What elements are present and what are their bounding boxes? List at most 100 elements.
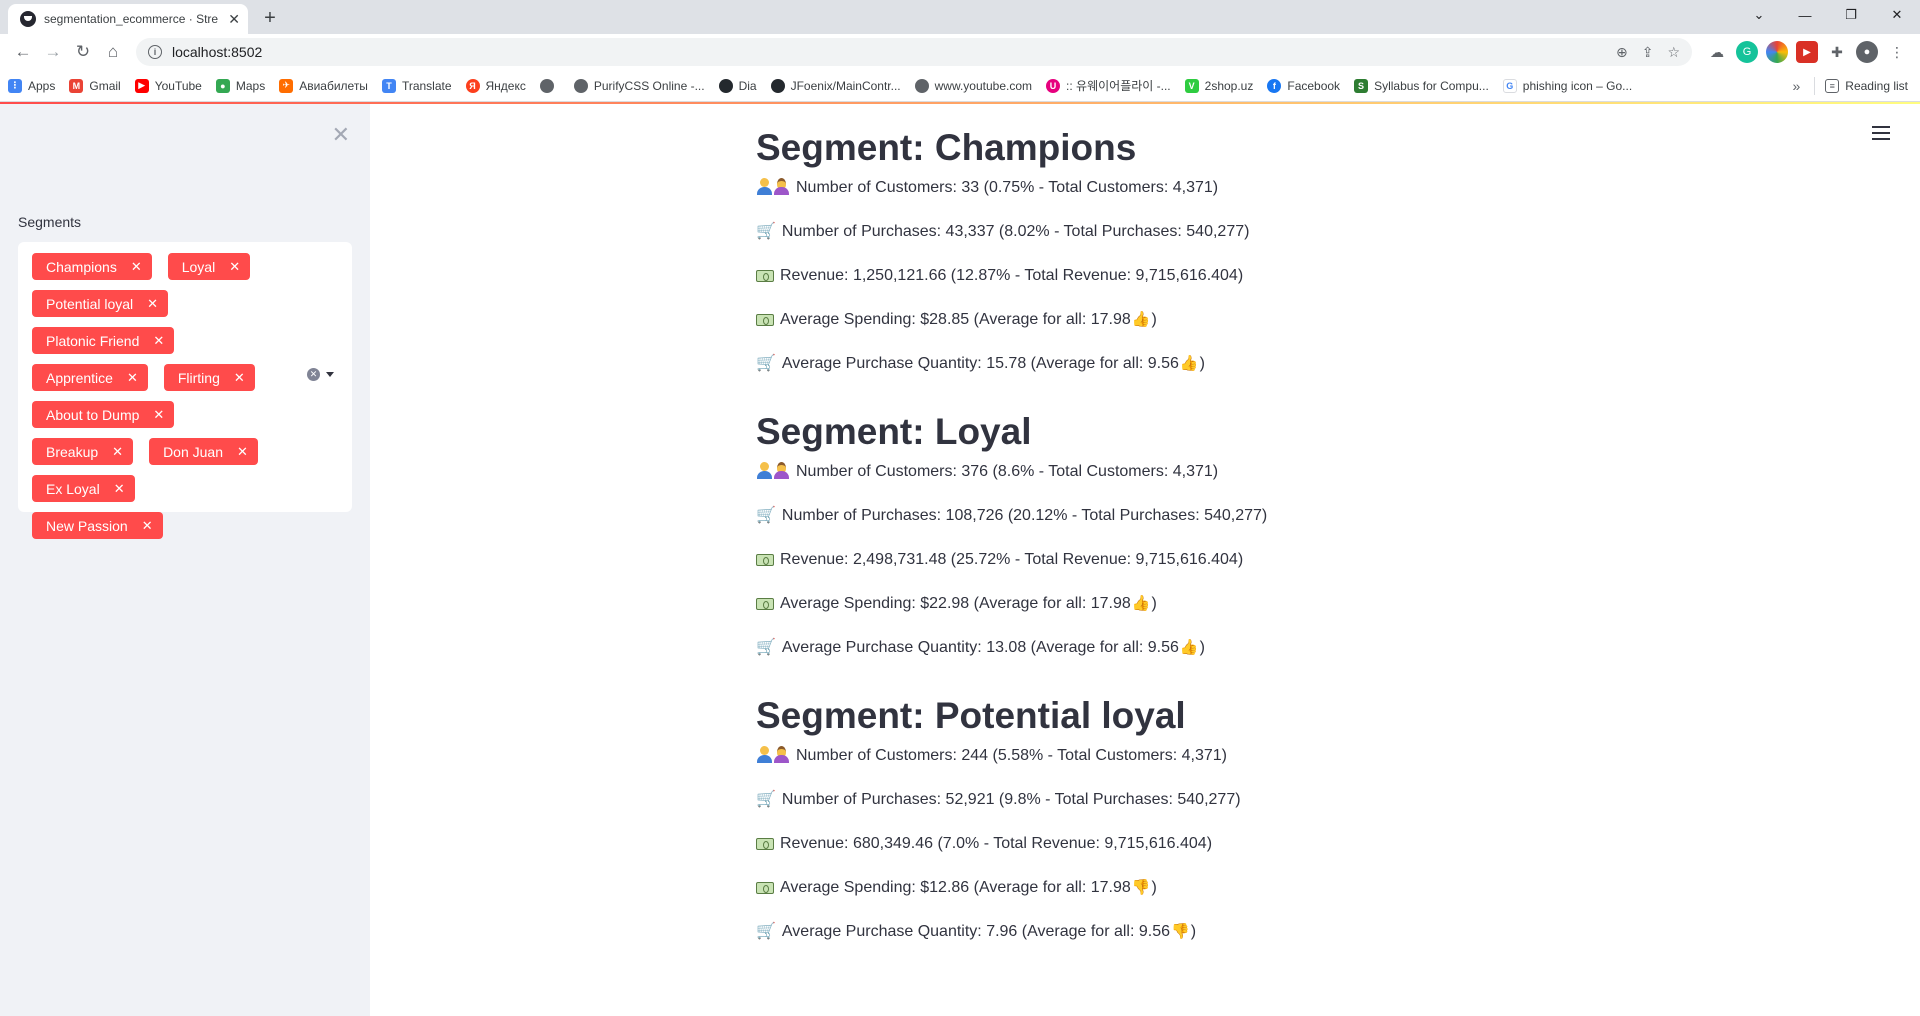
chip-platonic-friend[interactable]: Platonic Friend ✕ [32,327,175,354]
bookmark-aviabilety[interactable]: ✈ Авиабилеты [279,78,368,93]
bookmark-translate[interactable]: T Translate [381,78,452,93]
zoom-icon[interactable]: ⊕ [1616,44,1628,61]
bookmarks-divider [1814,76,1816,95]
back-icon[interactable]: ← [8,37,38,67]
globe-icon [914,78,929,93]
uway-icon: U [1046,78,1061,93]
remove-chip-icon[interactable]: ✕ [153,333,164,349]
bookmark-syllabus[interactable]: S Syllabus for Compu... [1354,78,1489,93]
thumbs-up-icon: 👍 [1131,595,1151,612]
more-bookmarks-icon[interactable]: » [1793,78,1801,94]
money-icon [756,838,774,850]
maps-pin-icon: ● [215,78,230,93]
bookmark-facebook[interactable]: f Facebook [1267,78,1340,93]
bookmark-dia[interactable]: Dia [718,78,757,93]
bookmark-jfoenix[interactable]: JFoenix/MainContr... [770,78,901,93]
chip-champions[interactable]: Champions ✕ [32,253,152,280]
close-sidebar-icon[interactable]: ✕ [332,122,350,148]
remove-chip-icon[interactable]: ✕ [114,481,125,497]
bookmark-purifycss[interactable]: PurifyCSS Online -... [573,78,705,93]
thumbs-up-icon: 👍 [1131,311,1151,328]
home-icon[interactable]: ⌂ [98,37,128,67]
chip-potential-loyal[interactable]: Potential loyal ✕ [32,290,169,317]
bookmark-apps[interactable]: ⋮ Apps [8,78,55,93]
chip-new-passion[interactable]: New Passion ✕ [32,512,163,539]
share-icon[interactable]: ⇪ [1642,44,1654,61]
thumbs-down-icon: 👎 [1131,879,1151,896]
new-tab-button[interactable]: + [256,4,284,32]
bookmark-2shop[interactable]: V 2shop.uz [1184,78,1253,93]
facebook-icon: f [1267,78,1282,93]
globe-icon [539,78,554,93]
reload-icon[interactable]: ↻ [68,37,98,67]
multiselect-controls: ✕ [307,368,334,381]
minimize-icon[interactable]: — [1782,0,1828,30]
chip-don-juan[interactable]: Don Juan ✕ [149,438,258,465]
globe-icon [573,78,588,93]
customers-line: Number of Customers: 33 (0.75% - Total C… [756,178,1516,222]
red-extension-icon[interactable]: ▶ [1796,41,1818,63]
shopping-cart-icon: 🛒 [756,507,776,524]
close-window-icon[interactable]: ✕ [1874,0,1920,30]
url-text[interactable]: localhost:8502 [172,44,1602,60]
selected-chips: Champions ✕ Loyal ✕ Potential loyal ✕ Plato… [30,248,285,544]
github-icon [770,78,785,93]
segments-label: Segments [18,214,82,230]
browser-menu-icon[interactable]: ⋮ [1886,41,1908,63]
extensions-puzzle-icon[interactable]: ✚ [1826,41,1848,63]
grammarly-extension-icon[interactable]: G [1736,41,1758,63]
money-icon [756,882,774,894]
bookmark-uway[interactable]: U:: 유웨이어플라이 -... [1046,77,1171,94]
bookmark-globe[interactable] [539,78,560,93]
chip-ex-loyal[interactable]: Ex Loyal ✕ [32,475,135,502]
segments-multiselect[interactable]: Champions ✕ Loyal ✕ Potential loyal ✕ Plato… [18,242,352,539]
chip-loyal[interactable]: Loyal ✕ [167,253,251,280]
browser-tab[interactable]: segmentation_ecommerce · Stre ✕ [8,4,248,34]
chip-breakup[interactable]: Breakup ✕ [32,438,134,465]
chevron-down-icon[interactable] [326,372,334,377]
restore-icon[interactable]: ❐ [1828,0,1874,30]
site-info-icon[interactable]: i [148,45,162,59]
forward-icon[interactable]: → [38,37,68,67]
remove-chip-icon[interactable]: ✕ [153,407,164,423]
people-icon [756,746,790,763]
main-menu-icon[interactable] [1872,126,1890,144]
color-extension-icon[interactable] [1766,41,1788,63]
remove-chip-icon[interactable]: ✕ [147,296,158,312]
remove-chip-icon[interactable]: ✕ [234,370,245,386]
close-tab-icon[interactable]: ✕ [228,11,240,28]
aviabilety-icon: ✈ [279,78,294,93]
spending-line: Average Spending: $28.85 (Average for al… [756,310,1516,354]
bookmark-yandex[interactable]: Я Яндекс [465,78,526,93]
spending-line: Average Spending: $22.98 (Average for al… [756,594,1516,638]
remove-chip-icon[interactable]: ✕ [229,259,240,275]
shopping-cart-icon: 🛒 [756,791,776,808]
tab-search-icon[interactable]: ⌄ [1736,0,1782,30]
profile-avatar-icon[interactable]: ● [1856,41,1878,63]
bookmark-youtube[interactable]: ▶ YouTube [134,78,202,93]
remove-chip-icon[interactable]: ✕ [131,259,142,275]
remove-chip-icon[interactable]: ✕ [127,370,138,386]
quantity-line: 🛒 Average Purchase Quantity: 15.78 (Aver… [756,355,1205,372]
bookmark-gmail[interactable]: M Gmail [69,78,121,93]
bookmark-youtube-com[interactable]: www.youtube.com [914,78,1032,93]
remove-chip-icon[interactable]: ✕ [237,444,248,460]
chip-about-to-dump[interactable]: About to Dump ✕ [32,401,175,428]
remove-chip-icon[interactable]: ✕ [112,444,123,460]
revenue-line: Revenue: 1,250,121.66 (12.87% - Total Re… [756,266,1516,310]
address-bar[interactable]: i localhost:8502 ⊕ ⇪ ☆ [136,38,1692,66]
reading-list-button[interactable]: ≡ Reading list [1825,78,1908,93]
clear-all-icon[interactable]: ✕ [307,368,320,381]
thumbs-up-icon: 👍 [1179,639,1199,656]
cloud-extension-icon[interactable]: ☁ [1706,41,1728,63]
segment-title: Segment: Champions [756,127,1137,168]
bookmark-phishing[interactable]: Gphishing icon – Go... [1502,78,1632,93]
bookmark-star-icon[interactable]: ☆ [1667,44,1680,61]
bookmark-maps[interactable]: ● Maps [215,78,265,93]
segment-section: Segment: Champions Number of Customers: … [756,124,1516,398]
remove-chip-icon[interactable]: ✕ [142,518,153,534]
chip-flirting[interactable]: Flirting ✕ [163,364,255,391]
google-icon: G [1502,78,1517,93]
chip-apprentice[interactable]: Apprentice ✕ [32,364,148,391]
streamlit-favicon-icon [20,11,36,27]
